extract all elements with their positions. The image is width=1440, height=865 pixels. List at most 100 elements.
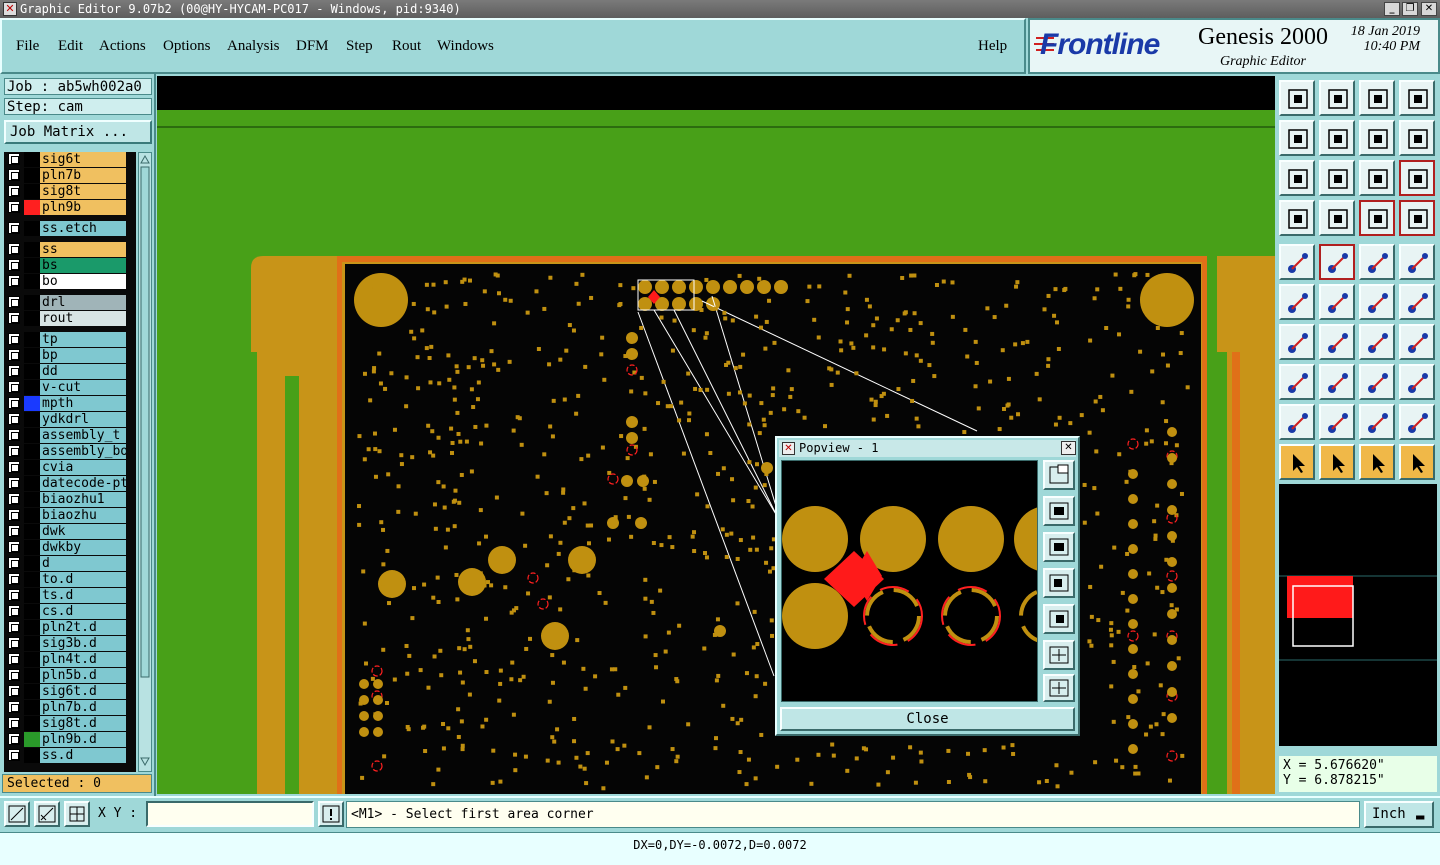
layer-checkbox[interactable] bbox=[8, 296, 20, 308]
layer-row-sig6t.d[interactable]: sig6t.d bbox=[4, 684, 128, 699]
layer-row-assembly_t[interactable]: assembly_t bbox=[4, 428, 128, 443]
layer-color-swatch[interactable] bbox=[24, 200, 40, 215]
redraw-button[interactable] bbox=[1399, 120, 1435, 156]
layer-color-swatch[interactable] bbox=[24, 652, 40, 667]
zoom-in-button[interactable] bbox=[1319, 160, 1355, 196]
layer-name[interactable]: ss bbox=[40, 242, 126, 257]
layer-name[interactable]: cvia bbox=[40, 460, 126, 475]
layer-color-swatch[interactable] bbox=[24, 492, 40, 507]
layer-color-swatch[interactable] bbox=[24, 748, 40, 763]
layer-name[interactable]: biaozhu bbox=[40, 508, 126, 523]
layer-checkbox[interactable] bbox=[8, 333, 20, 345]
polygon-a-button[interactable] bbox=[1319, 404, 1355, 440]
layer-row-ydkdrl[interactable]: ydkdrl bbox=[4, 412, 128, 427]
layer-checkbox[interactable] bbox=[8, 201, 20, 213]
layer-checkbox[interactable] bbox=[8, 445, 20, 457]
layer-row-sig8t[interactable]: sig8t bbox=[4, 184, 128, 199]
layer-name[interactable]: datecode-pt bbox=[40, 476, 126, 491]
polygon-b-button[interactable] bbox=[1359, 404, 1395, 440]
menu-options[interactable]: Options bbox=[163, 38, 211, 55]
undo-view-button[interactable] bbox=[1359, 120, 1395, 156]
layer-row-bp[interactable]: bp bbox=[4, 348, 128, 363]
layer-color-swatch[interactable] bbox=[24, 184, 40, 199]
layer-checkbox[interactable] bbox=[8, 349, 20, 361]
layer-name[interactable]: sig8t.d bbox=[40, 716, 126, 731]
layer-name[interactable]: sig3b.d bbox=[40, 636, 126, 651]
layer-name[interactable]: sig6t bbox=[40, 152, 126, 167]
layer-name[interactable]: assembly_bo bbox=[40, 444, 126, 459]
grid-view-button[interactable] bbox=[1319, 200, 1355, 236]
layer-row-pln5b.d[interactable]: pln5b.d bbox=[4, 668, 128, 683]
layer-row-pln9b.d[interactable]: pln9b.d bbox=[4, 732, 128, 747]
rotate-button[interactable] bbox=[1359, 324, 1395, 360]
popview-close-icon[interactable]: ✕ bbox=[1061, 441, 1076, 455]
select-net-button[interactable] bbox=[1359, 444, 1395, 480]
layer-name[interactable]: pln9b.d bbox=[40, 732, 126, 747]
layer-row-pln7b[interactable]: pln7b bbox=[4, 168, 128, 183]
zoom-1to1-button[interactable] bbox=[1359, 160, 1395, 196]
layer-row-dwk[interactable]: dwk bbox=[4, 524, 128, 539]
layer-row-dwkby[interactable]: dwkby bbox=[4, 540, 128, 555]
layer-name[interactable]: sig6t.d bbox=[40, 684, 126, 699]
layer-row-d[interactable]: d bbox=[4, 556, 128, 571]
board-overview[interactable] bbox=[1279, 484, 1437, 746]
measure-button[interactable] bbox=[34, 801, 60, 827]
layer-color-swatch[interactable] bbox=[24, 524, 40, 539]
delete-feature-button[interactable] bbox=[1319, 284, 1355, 320]
layer-color-swatch[interactable] bbox=[24, 258, 40, 273]
group-features-button[interactable] bbox=[1399, 364, 1435, 400]
layer-color-swatch[interactable] bbox=[24, 604, 40, 619]
draw-arc-button[interactable] bbox=[1319, 324, 1355, 360]
layer-row-cvia[interactable]: cvia bbox=[4, 460, 128, 475]
layer-color-swatch[interactable] bbox=[24, 348, 40, 363]
layer-name[interactable]: biaozhu1 bbox=[40, 492, 126, 507]
menu-windows[interactable]: Windows bbox=[437, 38, 494, 55]
layer-color-swatch[interactable] bbox=[24, 168, 40, 183]
popview-zoom-out-button[interactable] bbox=[1043, 674, 1075, 702]
layer-color-swatch[interactable] bbox=[24, 636, 40, 651]
zoom-fit-button[interactable] bbox=[1279, 160, 1315, 196]
layer-checkbox[interactable] bbox=[8, 381, 20, 393]
layer-row-cs.d[interactable]: cs.d bbox=[4, 604, 128, 619]
layer-name[interactable]: bp bbox=[40, 348, 126, 363]
layer-checkbox[interactable] bbox=[8, 153, 20, 165]
layer-row-ts.d[interactable]: ts.d bbox=[4, 588, 128, 603]
layer-color-swatch[interactable] bbox=[24, 295, 40, 310]
menu-actions[interactable]: Actions bbox=[99, 38, 146, 55]
layer-color-swatch[interactable] bbox=[24, 444, 40, 459]
layer-row-drl[interactable]: drl bbox=[4, 295, 128, 310]
layer-checkbox[interactable] bbox=[8, 749, 20, 761]
layer-name[interactable]: to.d bbox=[40, 572, 126, 587]
add-feature-button[interactable] bbox=[1279, 244, 1315, 280]
layer-checkbox[interactable] bbox=[8, 509, 20, 521]
layer-color-swatch[interactable] bbox=[24, 508, 40, 523]
layer-row-dd[interactable]: dd bbox=[4, 364, 128, 379]
layer-color-swatch[interactable] bbox=[24, 476, 40, 491]
layer-name[interactable]: mpth bbox=[40, 396, 126, 411]
layer-color-swatch[interactable] bbox=[24, 364, 40, 379]
layer-checkbox[interactable] bbox=[8, 557, 20, 569]
layer-row-sig6t[interactable]: sig6t bbox=[4, 152, 128, 167]
select-connect-button[interactable] bbox=[1399, 444, 1435, 480]
layer-name[interactable]: ts.d bbox=[40, 588, 126, 603]
layer-name[interactable]: ss.d bbox=[40, 748, 126, 763]
menu-step[interactable]: Step bbox=[346, 38, 373, 55]
maximize-button[interactable]: ❐ bbox=[1402, 2, 1418, 16]
popview-title-bar[interactable]: ✕ Popview - 1 ✕ bbox=[779, 440, 1076, 457]
minimize-button[interactable]: _ bbox=[1384, 2, 1400, 16]
layer-checkbox[interactable] bbox=[8, 669, 20, 681]
layer-checkbox[interactable] bbox=[8, 717, 20, 729]
layer-checkbox[interactable] bbox=[8, 365, 20, 377]
layer-row-pln4t.d[interactable]: pln4t.d bbox=[4, 652, 128, 667]
layer-name[interactable]: bs bbox=[40, 258, 126, 273]
layer-row-ss.d[interactable]: ss.d bbox=[4, 748, 128, 763]
snap-button[interactable] bbox=[4, 801, 30, 827]
layer-color-swatch[interactable] bbox=[24, 556, 40, 571]
home-step-button[interactable] bbox=[1359, 80, 1395, 116]
popview-pan-right-button[interactable] bbox=[1043, 604, 1075, 634]
layer-name[interactable]: drl bbox=[40, 295, 126, 310]
layer-checkbox[interactable] bbox=[8, 259, 20, 271]
warning-button[interactable] bbox=[318, 801, 344, 827]
layer-name[interactable]: dwk bbox=[40, 524, 126, 539]
edit-angle-button[interactable] bbox=[1279, 324, 1315, 360]
